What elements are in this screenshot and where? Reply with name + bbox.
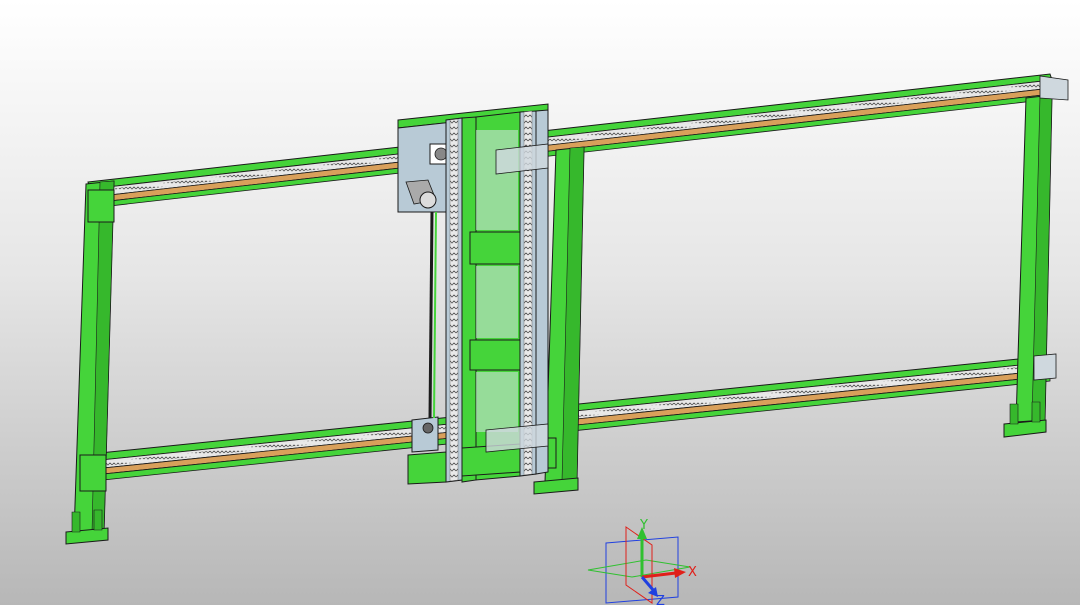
vertical-carriage[interactable] bbox=[397, 103, 549, 485]
left-post[interactable] bbox=[65, 180, 115, 545]
z-axis-label: Z bbox=[656, 594, 665, 605]
gantry-model[interactable] bbox=[0, 0, 1080, 605]
x-axis-label: X bbox=[688, 565, 697, 580]
axis-triad[interactable]: Y X Z bbox=[586, 515, 706, 605]
y-axis-label: Y bbox=[639, 518, 648, 533]
3d-viewport[interactable]: Y X Z bbox=[0, 0, 1080, 605]
x-arrow-icon bbox=[674, 568, 686, 578]
x-axis-icon bbox=[641, 571, 677, 579]
